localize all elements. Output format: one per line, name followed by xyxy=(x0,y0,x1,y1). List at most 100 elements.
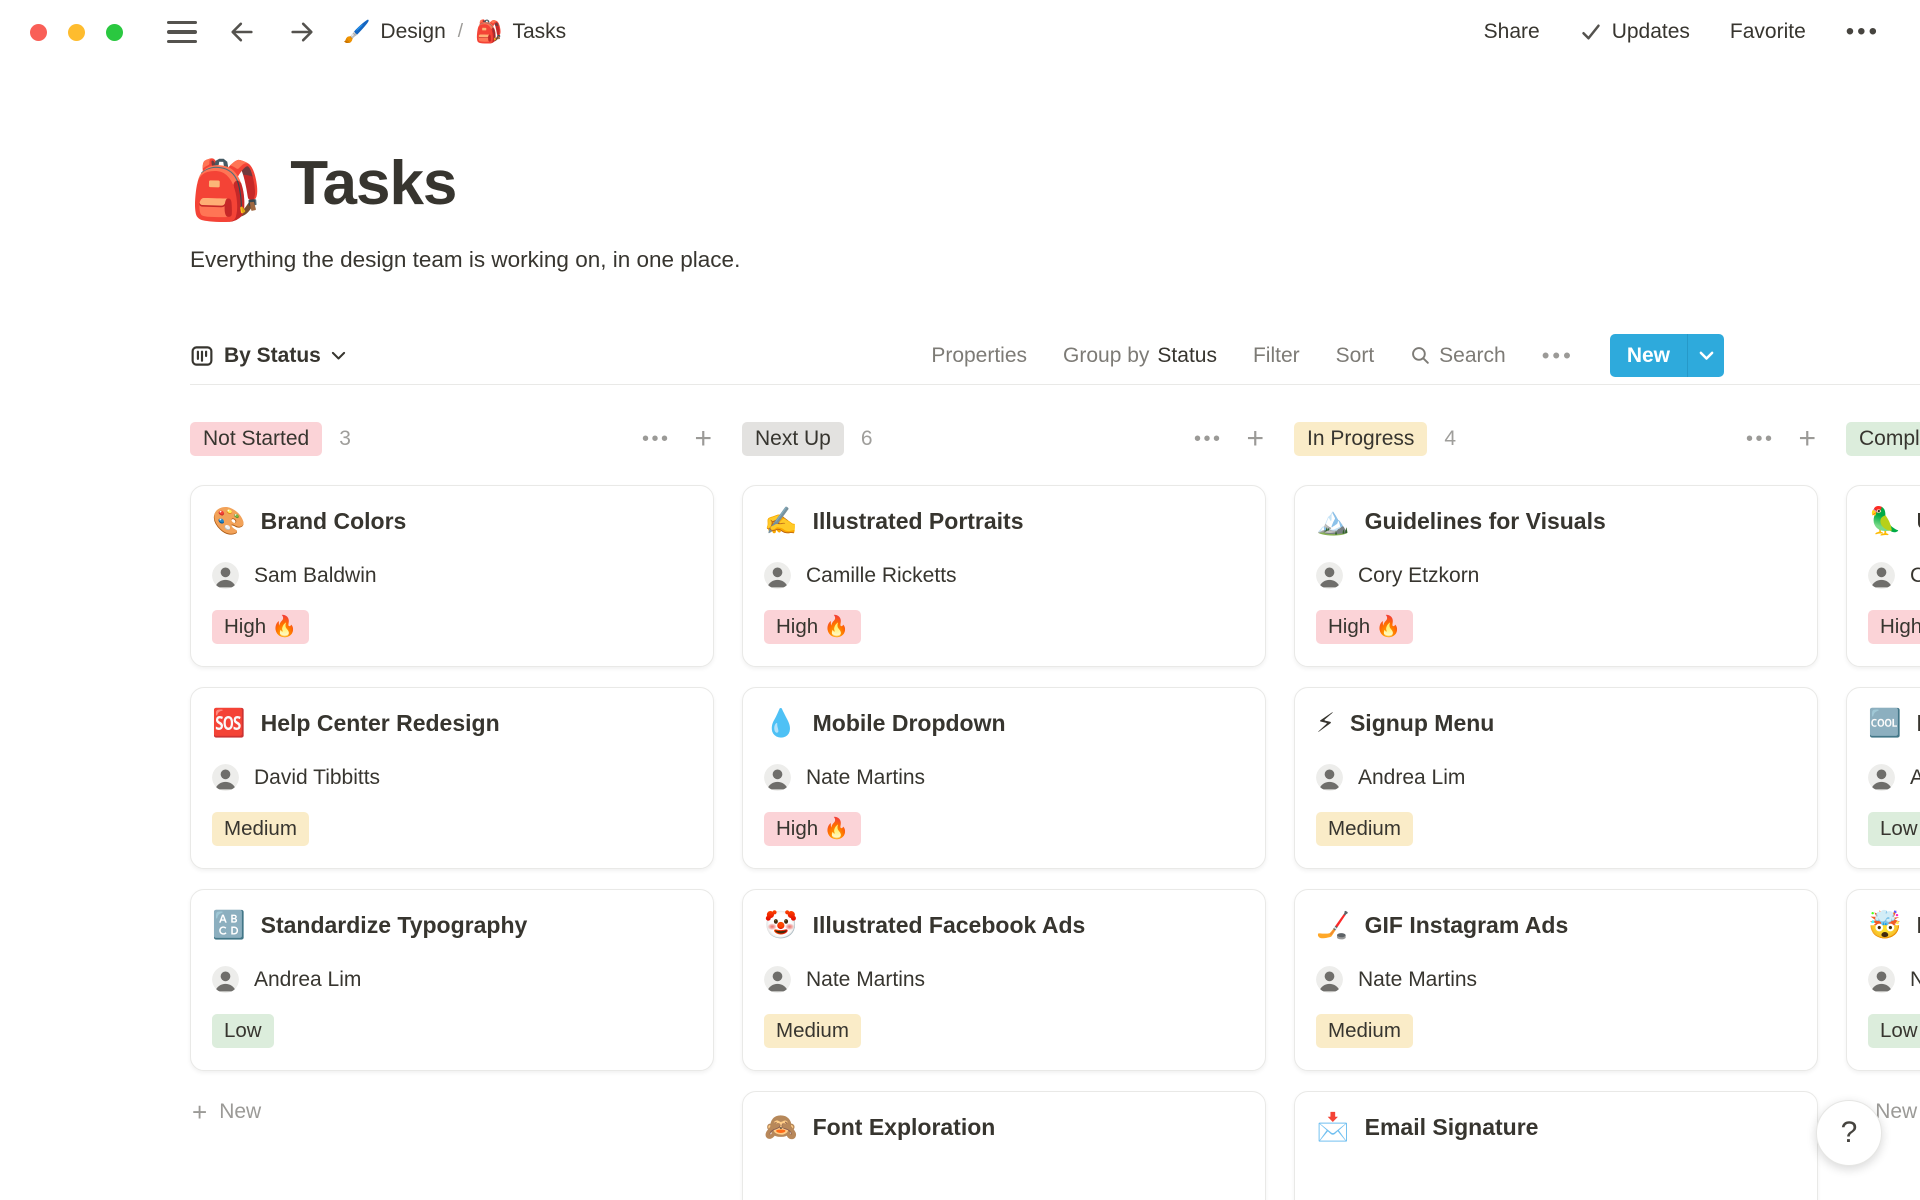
page-description[interactable]: Everything the design team is working on… xyxy=(190,247,1920,273)
column-header: Next Up 6 ••• + xyxy=(742,419,1266,459)
column-add-icon[interactable]: + xyxy=(1798,424,1816,454)
assignee-name: C xyxy=(1910,563,1920,587)
card-title: Illustrated Facebook Ads xyxy=(812,912,1086,938)
priority-badge: Medium xyxy=(1316,1014,1413,1048)
topbar: 🖌️ Design / 🎒 Tasks Share Updates Favori… xyxy=(0,0,1920,64)
priority-badge: Medium xyxy=(212,812,309,846)
card-title: Font Exploration xyxy=(812,1114,996,1140)
sort-button[interactable]: Sort xyxy=(1336,344,1375,368)
column-add-icon[interactable]: + xyxy=(1246,424,1264,454)
column-not-started: Not Started 3 ••• + 🎨 Brand Colors Sam Ba… xyxy=(190,419,714,1200)
priority-badge: Medium xyxy=(764,1014,861,1048)
new-button[interactable]: New xyxy=(1609,334,1687,377)
zoom-window-button[interactable] xyxy=(106,23,123,41)
task-card[interactable]: 🏔️ Guidelines for Visuals Cory Etzkorn Hi… xyxy=(1294,485,1818,667)
column-status-badge[interactable]: In Progress xyxy=(1294,422,1428,456)
task-card[interactable]: 💧 Mobile Dropdown Nate Martins High 🔥 xyxy=(742,687,1266,869)
updates-button[interactable]: Updates xyxy=(1580,20,1690,44)
priority-badge: High 🔥 xyxy=(212,610,310,644)
board-view-icon xyxy=(191,345,213,366)
task-card[interactable]: 🙈 Font Exploration xyxy=(742,1091,1266,1200)
task-card[interactable]: 🦜 U C High 🔥 xyxy=(1846,485,1920,667)
column-count: 3 xyxy=(339,427,351,450)
palette-icon: 🎨 xyxy=(212,506,246,537)
column-count: 6 xyxy=(860,427,873,450)
abcd-letters-icon: 🔠 xyxy=(212,910,246,941)
task-card[interactable]: 🆘 Help Center Redesign David Tibbitts Med… xyxy=(190,687,714,869)
avatar xyxy=(1316,764,1343,791)
column-in-progress: In Progress 4 ••• + 🏔️ Guidelines for Vis… xyxy=(1294,419,1818,1200)
avatar xyxy=(1316,966,1343,993)
search-button[interactable]: Search xyxy=(1410,344,1506,368)
chevron-down-icon xyxy=(331,351,345,359)
column-status-badge[interactable]: Completed xyxy=(1846,422,1920,456)
task-card[interactable]: 🎨 Brand Colors Sam Baldwin High 🔥 xyxy=(190,485,714,667)
add-card-label: New xyxy=(219,1100,262,1123)
envelope-arrow-icon: 📩 xyxy=(1316,1112,1350,1143)
column-status-badge[interactable]: Next Up xyxy=(742,422,844,456)
column-count: 4 xyxy=(1444,427,1457,450)
card-title: Guidelines for Visuals xyxy=(1364,508,1606,534)
breadcrumb-design[interactable]: 🖌️ Design xyxy=(343,20,446,45)
task-card[interactable]: 🤯 H N Low xyxy=(1846,889,1920,1071)
sos-icon: 🆘 xyxy=(212,708,246,739)
new-split-button: New xyxy=(1609,334,1724,377)
favorite-button[interactable]: Favorite xyxy=(1730,20,1806,44)
topbar-actions: Share Updates Favorite ••• xyxy=(1484,20,1880,44)
assignee-name: Camille Ricketts xyxy=(806,563,957,587)
minimize-window-button[interactable] xyxy=(68,23,85,41)
task-card[interactable]: ✍️ Illustrated Portraits Camille Ricketts… xyxy=(742,485,1266,667)
task-card[interactable]: 🤡 Illustrated Facebook Ads Nate Martins M… xyxy=(742,889,1266,1071)
task-card[interactable]: 🏒 GIF Instagram Ads Nate Martins Medium xyxy=(1294,889,1818,1071)
priority-badge: High 🔥 xyxy=(1316,610,1414,644)
breadcrumb-tasks[interactable]: 🎒 Tasks xyxy=(475,20,566,45)
column-completed: Completed 🦜U C High 🔥 🆒B A Low 🤯H N Low … xyxy=(1846,419,1920,1200)
task-card[interactable]: ⚡ Signup Menu Andrea Lim Medium xyxy=(1294,687,1818,869)
task-card[interactable]: 🔠 Standardize Typography Andrea Lim Low xyxy=(190,889,714,1071)
close-window-button[interactable] xyxy=(30,23,47,41)
view-name: By Status xyxy=(224,343,321,367)
see-no-evil-monkey-icon: 🙈 xyxy=(764,1112,798,1143)
avatar xyxy=(764,562,791,589)
plus-icon: + xyxy=(192,1097,208,1127)
droplet-icon: 💧 xyxy=(764,708,798,739)
card-title: U xyxy=(1917,508,1920,535)
column-options-icon[interactable]: ••• xyxy=(1746,429,1775,449)
priority-badge: Medium xyxy=(1316,812,1413,846)
new-dropdown-button[interactable] xyxy=(1687,334,1724,377)
assignee-name: Cory Etzkorn xyxy=(1358,563,1480,587)
avatar xyxy=(764,966,791,993)
assignee-name: N xyxy=(1910,967,1920,991)
breadcrumb: 🖌️ Design / 🎒 Tasks xyxy=(343,20,566,45)
avatar xyxy=(1868,966,1895,993)
properties-button[interactable]: Properties xyxy=(931,344,1027,368)
sidebar-toggle-icon[interactable] xyxy=(167,21,197,43)
view-switcher[interactable]: By Status xyxy=(190,344,346,368)
chevron-down-icon xyxy=(1699,351,1713,360)
group-by-button[interactable]: Group by Status xyxy=(1063,344,1217,368)
back-icon[interactable] xyxy=(227,18,257,46)
priority-badge: High 🔥 xyxy=(764,812,862,846)
page-title[interactable]: Tasks xyxy=(290,148,457,219)
page-icon-backpack[interactable]: 🎒 xyxy=(190,161,262,219)
task-card[interactable]: 🆒 B A Low xyxy=(1846,687,1920,869)
forward-icon[interactable] xyxy=(287,18,317,46)
assignee-name: Nate Martins xyxy=(806,765,926,789)
priority-badge: Low xyxy=(1868,812,1920,846)
card-title: Email Signature xyxy=(1364,1114,1539,1140)
column-add-icon[interactable]: + xyxy=(694,424,712,454)
add-card-button[interactable]: + New xyxy=(190,1091,714,1133)
exploding-head-icon: 🤯 xyxy=(1868,910,1902,941)
card-title: Brand Colors xyxy=(260,508,407,534)
avatar xyxy=(764,764,791,791)
more-options-icon[interactable]: ••• xyxy=(1846,20,1880,44)
view-more-options-icon[interactable]: ••• xyxy=(1542,344,1574,367)
column-header: Completed xyxy=(1846,419,1920,459)
share-button[interactable]: Share xyxy=(1484,20,1540,44)
column-options-icon[interactable]: ••• xyxy=(642,429,671,449)
column-options-icon[interactable]: ••• xyxy=(1194,429,1223,449)
task-card[interactable]: 📩 Email Signature xyxy=(1294,1091,1818,1200)
column-status-badge[interactable]: Not Started xyxy=(190,422,323,456)
help-button[interactable]: ? xyxy=(1816,1100,1882,1166)
filter-button[interactable]: Filter xyxy=(1253,344,1300,368)
